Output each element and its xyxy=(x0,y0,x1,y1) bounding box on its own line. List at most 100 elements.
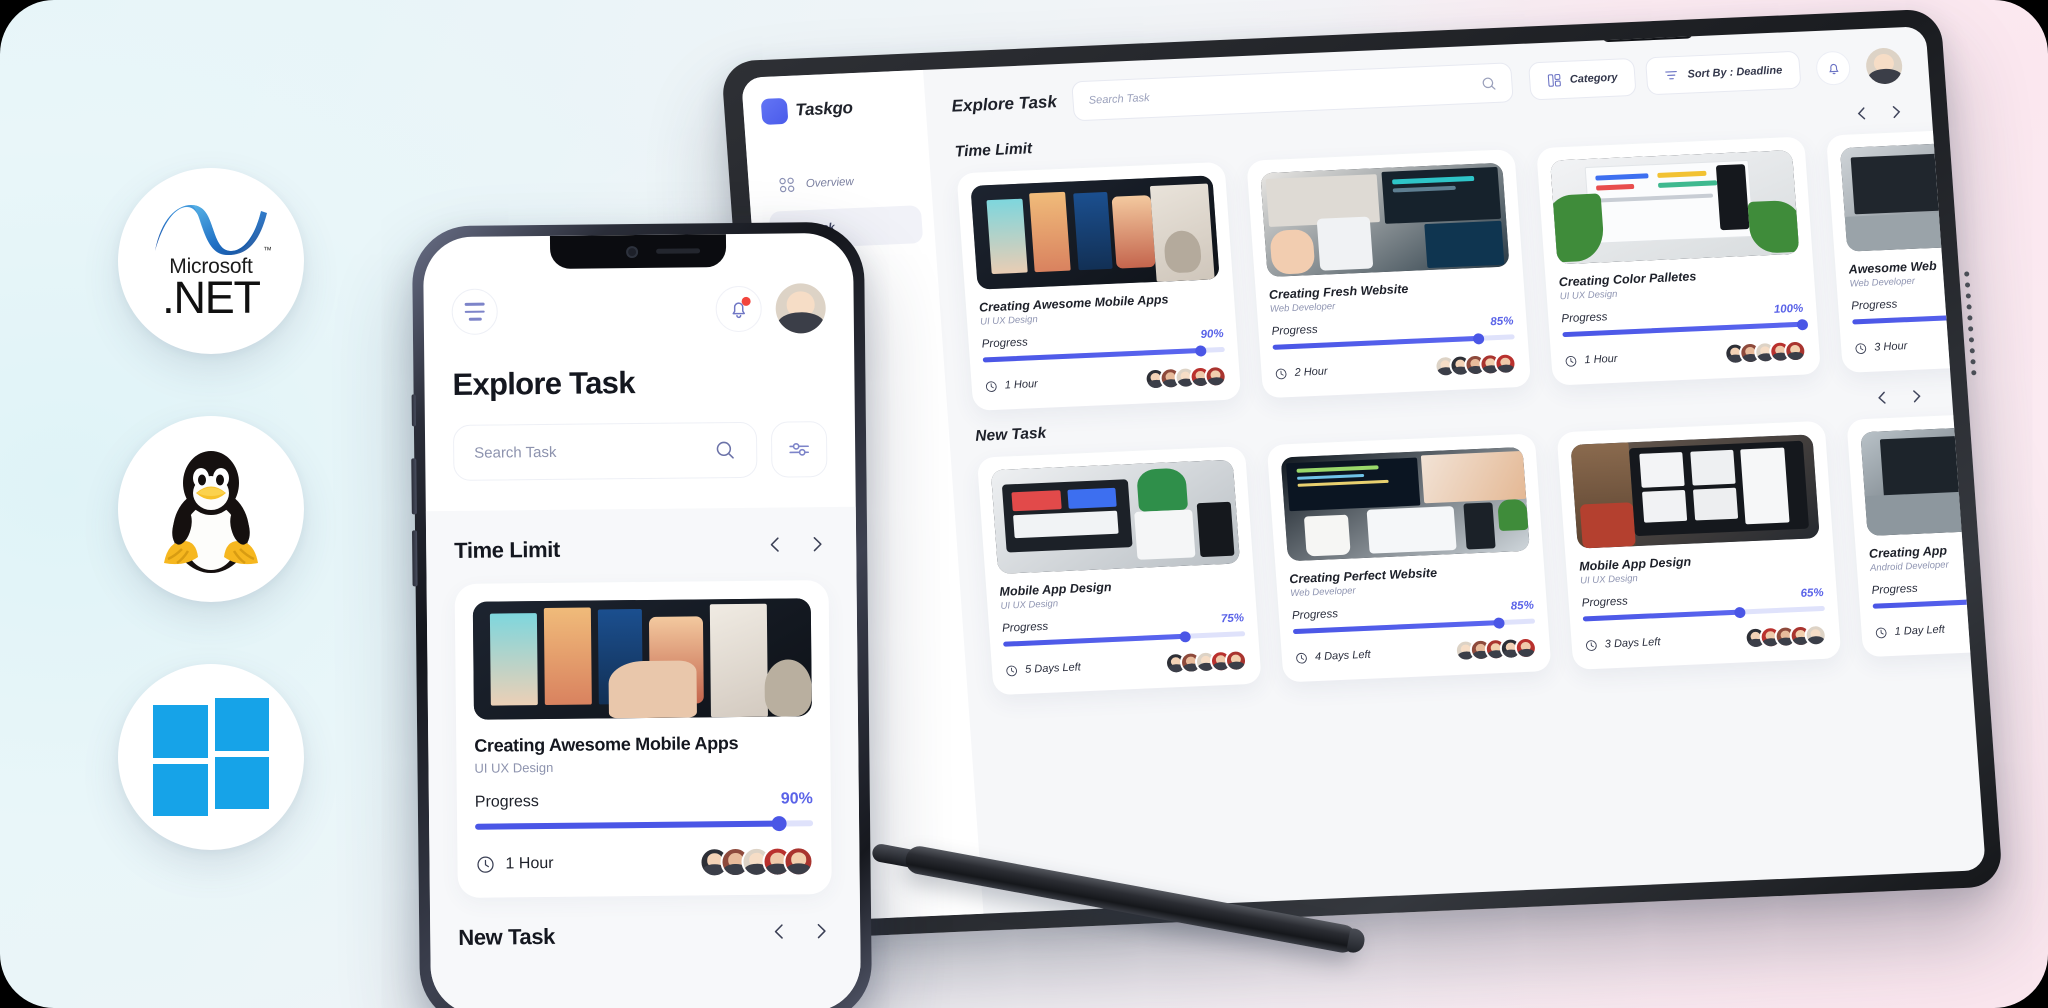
tablet-card-row-time-limit: Creating Awesome Mobile Apps UI UX Desig… xyxy=(956,123,1986,411)
task-time-label: 1 Day Left xyxy=(1894,623,1946,638)
task-time: 1 Day Left xyxy=(1874,623,1945,639)
task-card[interactable]: Creating Awesome Mobile Apps UI UX Desig… xyxy=(956,161,1242,411)
task-progress-row: Progress xyxy=(1871,574,1986,597)
task-time-label: 2 Hour xyxy=(1294,365,1329,379)
search-icon xyxy=(1482,77,1496,90)
task-card[interactable]: Creating Fresh Website Web Developer Pro… xyxy=(1246,149,1532,399)
phone-filter-button[interactable] xyxy=(770,421,828,478)
carousel-prev-button-1[interactable] xyxy=(1871,387,1892,408)
task-thumbnail xyxy=(472,598,812,720)
task-time-label: 1 Hour xyxy=(1584,352,1618,367)
task-time: 3 Days Left xyxy=(1584,636,1661,652)
hamburger-menu-button[interactable] xyxy=(451,288,498,335)
task-members[interactable] xyxy=(1743,623,1828,650)
task-time-label: 3 Days Left xyxy=(1604,636,1661,651)
phone-screen: Explore Task Search Task Time Limit Crea… xyxy=(422,232,862,1008)
progress-value: 85% xyxy=(1490,315,1514,329)
progress-bar[interactable] xyxy=(1562,318,1808,338)
task-card[interactable]: Awesome Web Web Developer Progress 3 Hou… xyxy=(1825,123,1986,373)
progress-bar[interactable] xyxy=(475,815,814,832)
sort-by-button[interactable]: Sort By : Deadline xyxy=(1645,50,1802,96)
task-card[interactable]: Creating Perfect Website Web Developer P… xyxy=(1266,433,1552,683)
clock-icon xyxy=(1275,368,1287,379)
progress-bar[interactable] xyxy=(1582,605,1825,622)
phone-volume-down-button[interactable] xyxy=(412,530,418,587)
grid-dots-icon xyxy=(779,177,795,193)
phone-search-input[interactable]: Search Task xyxy=(474,442,704,461)
task-card-footer: 1 Hour xyxy=(984,364,1228,398)
bell-icon xyxy=(1828,63,1839,74)
phone-task-card[interactable]: Creating Awesome Mobile Apps UI UX Desig… xyxy=(454,580,832,898)
carousel-prev-button-0[interactable] xyxy=(1851,103,1872,124)
phone-device: Explore Task Search Task Time Limit Crea… xyxy=(411,221,873,1008)
task-time: 5 Days Left xyxy=(1005,661,1082,677)
tablet-chassis: Taskgo Overview Explore Task Search Task… xyxy=(720,8,2004,940)
search-icon xyxy=(716,441,734,459)
dotnet-net-label: .NET xyxy=(162,272,261,324)
task-members[interactable] xyxy=(1723,339,1808,366)
tablet-card-row-new-task: Mobile App Design UI UX Design Progress … xyxy=(976,408,1986,696)
task-card[interactable]: Creating Color Palletes UI UX Design Pro… xyxy=(1536,136,1822,386)
task-progress-row: Progress 90% xyxy=(475,790,813,812)
task-thumbnail xyxy=(1839,137,1986,252)
task-members[interactable] xyxy=(1164,649,1248,675)
progress-bar[interactable] xyxy=(1272,332,1515,350)
task-time: 1 Hour xyxy=(1564,352,1618,367)
phone-search-box[interactable]: Search Task xyxy=(452,421,758,481)
task-members[interactable] xyxy=(1454,636,1538,663)
chevron-left-icon xyxy=(1857,106,1865,119)
progress-bar[interactable] xyxy=(982,344,1225,363)
clock-icon xyxy=(1855,342,1867,354)
tablet-carousel-nav-1 xyxy=(1871,385,1926,407)
carousel-next-button-1[interactable] xyxy=(1905,385,1926,406)
task-time-label: 4 Days Left xyxy=(1314,648,1372,664)
task-thumbnail xyxy=(970,175,1220,290)
phone-user-avatar[interactable] xyxy=(775,283,826,334)
stylus-cap xyxy=(1346,927,1367,955)
task-thumbnail xyxy=(1570,434,1820,549)
task-thumbnail xyxy=(990,459,1241,574)
tablet-search-box[interactable]: Search Task xyxy=(1071,62,1515,122)
phone-volume-up-button[interactable] xyxy=(411,458,417,515)
task-card[interactable]: Mobile App Design UI UX Design Progress … xyxy=(1556,420,1842,670)
notification-bell-button[interactable] xyxy=(715,285,762,333)
task-card[interactable]: Mobile App Design UI UX Design Progress … xyxy=(976,446,1262,696)
progress-bar[interactable] xyxy=(1003,630,1246,647)
tablet-bell-button[interactable] xyxy=(1814,50,1852,86)
task-members[interactable] xyxy=(699,846,814,878)
tablet-user-avatar[interactable] xyxy=(1864,47,1904,85)
notification-badge-dot xyxy=(741,296,751,306)
app-brand-name: Taskgo xyxy=(794,98,854,120)
category-button[interactable]: Category xyxy=(1527,57,1637,101)
progress-bar[interactable] xyxy=(1292,616,1536,635)
clock-icon xyxy=(477,856,494,873)
phone-carousel-next-button-2[interactable] xyxy=(810,920,832,947)
tablet-search-input[interactable]: Search Task xyxy=(1088,78,1474,107)
task-members[interactable] xyxy=(1433,352,1518,378)
task-thumbnail xyxy=(1260,162,1510,278)
task-card-footer: 1 Hour xyxy=(475,846,814,880)
task-time: 2 Hour xyxy=(1274,365,1328,380)
progress-value: 85% xyxy=(1510,599,1535,613)
task-card-footer: 3 Days Left xyxy=(1584,623,1828,657)
logo-mark-icon xyxy=(760,97,789,125)
task-members[interactable] xyxy=(1143,364,1228,391)
phone-carousel-next-button[interactable] xyxy=(806,533,828,560)
task-subtitle: UI UX Design xyxy=(474,759,554,776)
task-time-label: 1 Hour xyxy=(1004,378,1039,392)
tablet-filter-group: Category Sort By : Deadline xyxy=(1527,50,1802,101)
task-card[interactable]: Creating App Android Developer Progress xyxy=(1846,408,1986,658)
sliders-filter-icon xyxy=(789,442,810,456)
task-thumbnail xyxy=(1860,421,1986,536)
tablet-main: Explore Task Search Task Category Sort B… xyxy=(923,26,1986,914)
phone-carousel-prev-button-2[interactable] xyxy=(768,920,790,947)
phone-chassis: Explore Task Search Task Time Limit Crea… xyxy=(411,221,873,1008)
task-progress-row: Progress 65% xyxy=(1581,587,1824,610)
carousel-next-button-0[interactable] xyxy=(1885,101,1906,122)
task-progress-row: Progress 75% xyxy=(1002,612,1245,635)
task-card-footer: 5 Days Left xyxy=(1004,649,1248,682)
progress-label: Progress xyxy=(474,793,539,811)
phone-carousel-prev-button[interactable] xyxy=(764,533,786,560)
phone-silent-switch[interactable] xyxy=(411,394,416,427)
sidebar-item-overview[interactable]: Overview xyxy=(766,160,921,205)
